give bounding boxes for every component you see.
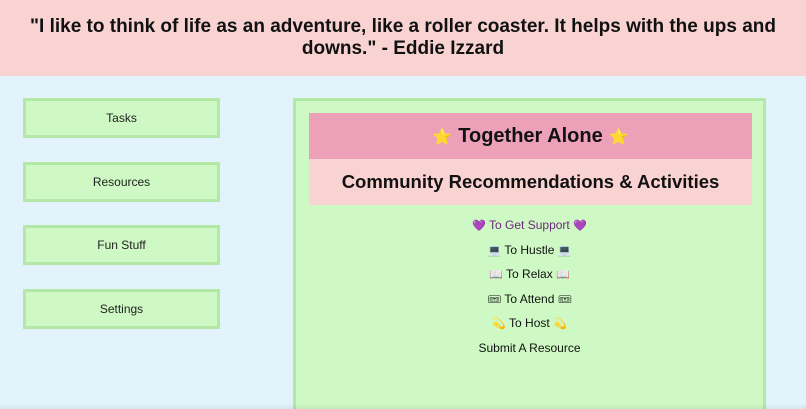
dizzy-star-icon: 💫 xyxy=(553,317,567,331)
attend-link[interactable]: 🎟 To Attend 🎟 xyxy=(296,287,763,312)
laptop-icon: 💻 xyxy=(557,243,572,257)
laptop-icon: 💻 xyxy=(487,243,502,257)
settings-button[interactable]: Settings xyxy=(23,289,220,329)
resources-button-label: Resources xyxy=(92,175,151,189)
quote-banner: "I like to think of life as an adventure… xyxy=(0,0,806,76)
quote-text: "I like to think of life as an adventure… xyxy=(30,16,776,59)
panel-subtitle-bar: Community Recommendations & Activities xyxy=(309,159,752,205)
panel-title-bar: ⭐ Together Alone ⭐ xyxy=(309,113,752,159)
panel-title: Together Alone xyxy=(458,124,603,147)
tasks-button-label: Tasks xyxy=(106,111,137,125)
submit-resource-link[interactable]: Submit A Resource xyxy=(296,336,763,361)
submit-resource-label: Submit A Resource xyxy=(478,340,581,355)
host-link[interactable]: 💫 To Host 💫 xyxy=(296,311,763,336)
resources-panel: ⭐ Together Alone ⭐ Community Recommendat… xyxy=(293,98,766,409)
bottom-shadow xyxy=(0,403,806,409)
fun-stuff-button-label: Fun Stuff xyxy=(97,238,146,252)
settings-button-label: Settings xyxy=(99,302,144,316)
tasks-button[interactable]: Tasks xyxy=(23,98,220,138)
panel-subtitle: Community Recommendations & Activities xyxy=(341,171,720,192)
resources-button[interactable]: Resources xyxy=(23,162,220,202)
resource-link-list: 💜 To Get Support 💜 💻 To Hustle 💻 📖 To Re… xyxy=(296,213,763,361)
relax-label: To Relax xyxy=(506,267,553,282)
dizzy-star-icon: 💫 xyxy=(492,317,506,331)
get-support-link[interactable]: 💜 To Get Support 💜 xyxy=(296,213,763,238)
relax-link[interactable]: 📖 To Relax 📖 xyxy=(296,262,763,287)
fun-stuff-button[interactable]: Fun Stuff xyxy=(23,225,220,265)
star-icon: ⭐ xyxy=(432,126,453,146)
purple-heart-icon: 💜 xyxy=(573,219,587,232)
get-support-label: To Get Support xyxy=(489,218,570,232)
ticket-icon: 🎟 xyxy=(487,292,502,306)
host-label: To Host xyxy=(509,316,550,331)
purple-heart-icon: 💜 xyxy=(472,219,486,232)
hustle-label: To Hustle xyxy=(504,242,555,257)
hustle-link[interactable]: 💻 To Hustle 💻 xyxy=(296,238,763,263)
attend-label: To Attend xyxy=(504,291,555,306)
open-book-icon: 📖 xyxy=(556,268,570,282)
ticket-icon: 🎟 xyxy=(557,292,572,306)
star-icon: ⭐ xyxy=(608,126,629,146)
open-book-icon: 📖 xyxy=(489,268,503,282)
